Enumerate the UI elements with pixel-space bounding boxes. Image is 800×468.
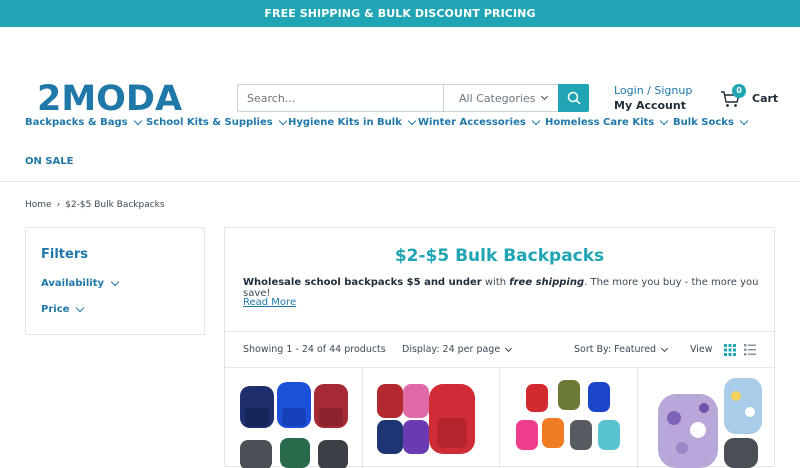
nav-hygiene-kits[interactable]: Hygiene Kits in Bulk <box>288 116 417 128</box>
category-select-label: All Categories <box>459 91 536 105</box>
main-nav: Backpacks & Bags School Kits & Supplies … <box>0 115 800 182</box>
product-card[interactable] <box>363 368 500 468</box>
logo[interactable]: 2MODA <box>37 79 201 113</box>
nav-school-kits[interactable]: School Kits & Supplies <box>146 116 287 128</box>
breadcrumb-current: $2-$5 Bulk Backpacks <box>65 200 165 210</box>
product-count-text: Showing 1 - 24 of 44 products <box>243 344 386 355</box>
search-button[interactable] <box>558 84 589 112</box>
filters-title: Filters <box>41 247 88 262</box>
sort-label: Sort By: Featured <box>574 344 657 355</box>
nav-label: Winter Accessories <box>418 117 526 128</box>
breadcrumb-home[interactable]: Home <box>25 200 52 210</box>
nav-label: Bulk Socks <box>673 117 734 128</box>
nav-bulk-socks[interactable]: Bulk Socks <box>673 116 749 128</box>
search-bar: All Categories <box>237 84 589 112</box>
nav-winter-accessories[interactable]: Winter Accessories <box>418 116 541 128</box>
logo-mark: 2MODA <box>37 79 182 113</box>
list-view-button[interactable] <box>744 344 756 356</box>
search-input[interactable] <box>238 85 443 111</box>
chevron-down-icon <box>407 116 417 126</box>
collection-toolbar: Showing 1 - 24 of 44 products Display: 2… <box>225 331 774 368</box>
chevron-down-icon <box>541 92 549 101</box>
cart-count-badge: 0 <box>732 84 746 98</box>
search-icon <box>567 91 581 105</box>
product-count: Showing 1 - 24 of 44 products <box>243 344 386 355</box>
cart-label: Cart <box>752 91 779 105</box>
desc-bold: Wholesale school backpacks $5 and under <box>243 277 482 288</box>
chevron-down-icon <box>505 344 513 352</box>
breadcrumb-separator: › <box>56 200 61 210</box>
promo-bar: FREE SHIPPING & BULK DISCOUNT PRICING <box>0 0 800 27</box>
nav-backpacks-bags[interactable]: Backpacks & Bags <box>25 116 142 128</box>
product-image-backpacks[interactable] <box>363 368 500 468</box>
chevron-down-icon <box>278 116 287 126</box>
product-image-backpacks[interactable] <box>225 368 362 468</box>
nav-on-sale[interactable]: ON SALE <box>25 156 74 167</box>
login-signup-link[interactable]: Login / Signup <box>614 84 692 97</box>
account: Login / Signup My Account <box>614 84 692 114</box>
grid-view-icon <box>724 344 736 356</box>
filter-label: Price <box>41 304 70 315</box>
nav-label: Homeless Care Kits <box>545 117 655 128</box>
product-image-backpacks[interactable] <box>500 368 637 468</box>
cart-icon: 0 <box>720 84 746 109</box>
logo-text: 2MODA <box>37 79 182 113</box>
filter-price[interactable]: Price <box>41 303 85 315</box>
collection-title: $2-$5 Bulk Backpacks <box>394 246 605 266</box>
nav-label: Hygiene Kits in Bulk <box>288 117 402 128</box>
product-card[interactable] <box>500 368 638 468</box>
chevron-down-icon <box>531 116 541 126</box>
product-card[interactable] <box>225 368 363 468</box>
product-grid <box>225 368 774 468</box>
filter-availability[interactable]: Availability <box>41 277 120 289</box>
sort-select[interactable]: Sort By: Featured <box>574 344 669 355</box>
collection-description: Wholesale school backpacks $5 and under … <box>243 277 774 299</box>
header: 2MODA All Categories Login / Signup My A… <box>0 27 800 115</box>
view-text: View <box>690 344 713 355</box>
chevron-down-icon <box>661 344 669 352</box>
read-more-link[interactable]: Read More <box>243 297 296 308</box>
category-select[interactable]: All Categories <box>443 85 558 111</box>
chevron-down-icon <box>133 116 142 126</box>
nav-label: ON SALE <box>25 156 74 167</box>
product-image-backpacks[interactable] <box>638 368 775 468</box>
nav-homeless-care-kits[interactable]: Homeless Care Kits <box>545 116 669 128</box>
list-view-icon <box>744 344 756 356</box>
cart-button[interactable]: 0 Cart <box>720 84 779 109</box>
chevron-down-icon <box>110 277 120 287</box>
filter-label: Availability <box>41 278 104 289</box>
chevron-down-icon <box>76 303 85 313</box>
nav-label: School Kits & Supplies <box>146 117 273 128</box>
nav-label: Backpacks & Bags <box>25 117 128 128</box>
product-card[interactable] <box>638 368 775 468</box>
collection-main: $2-$5 Bulk Backpacks Wholesale school ba… <box>224 227 775 468</box>
chevron-down-icon <box>659 116 669 126</box>
display-label: Display: 24 per page <box>402 344 501 355</box>
filters-panel: Filters Availability Price <box>25 227 205 335</box>
breadcrumb: Home › $2-$5 Bulk Backpacks <box>25 200 165 210</box>
desc-mid: with <box>481 277 510 288</box>
my-account-link[interactable]: My Account <box>614 98 692 114</box>
view-label: View <box>690 344 713 355</box>
display-select[interactable]: Display: 24 per page <box>402 344 513 355</box>
promo-text: FREE SHIPPING & BULK DISCOUNT PRICING <box>264 7 536 20</box>
chevron-down-icon <box>739 116 749 126</box>
desc-italic: free shipping <box>509 277 585 288</box>
grid-view-button[interactable] <box>724 344 736 356</box>
